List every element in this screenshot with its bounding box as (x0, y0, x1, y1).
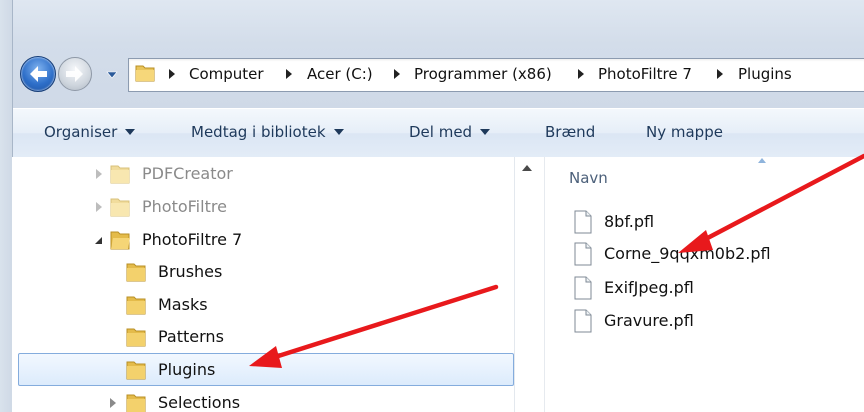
file-name: 8bf.pfl (604, 212, 655, 231)
organise-label: Organiser (44, 123, 118, 141)
breadcrumb-plugins[interactable]: Plugins (738, 62, 792, 86)
file-icon (574, 242, 592, 266)
include-in-library-button[interactable]: Medtag i bibliotek (191, 120, 344, 144)
share-with-label: Del med (409, 123, 473, 141)
folder-icon (126, 394, 146, 412)
expand-arrow-icon[interactable] (96, 169, 102, 179)
breadcrumb-separator-icon[interactable] (716, 69, 724, 79)
tree-selection-highlight (18, 353, 514, 386)
folder-icon (126, 361, 146, 380)
tree-item-label: Plugins (158, 360, 216, 379)
expand-arrow-icon[interactable] (110, 398, 116, 408)
file-name: ExifJpeg.pfl (604, 278, 694, 297)
forward-button[interactable] (58, 57, 92, 91)
breadcrumb-drive[interactable]: Acer (C:) (307, 62, 373, 86)
folder-icon (110, 165, 130, 184)
organise-menu-button[interactable]: Organiser (44, 120, 136, 144)
forward-arrow-icon (66, 66, 83, 82)
file-icon (574, 210, 592, 234)
tree-item-label: Patterns (158, 327, 224, 346)
back-button[interactable] (20, 56, 56, 92)
file-icon (574, 309, 592, 333)
nav-pane-scrollbar[interactable] (514, 157, 545, 412)
breadcrumb-photofiltre7[interactable]: PhotoFiltre 7 (598, 62, 692, 86)
column-header-name[interactable]: Navn (569, 166, 608, 190)
file-name: Corne_9qqxm0b2.pfl (604, 244, 771, 263)
sort-ascending-icon (758, 158, 766, 163)
breadcrumb-separator-icon[interactable] (393, 69, 401, 79)
breadcrumb-separator-icon[interactable] (285, 69, 293, 79)
tree-item-label: PDFCreator (142, 164, 233, 183)
folder-icon (135, 65, 155, 82)
back-arrow-icon (30, 66, 47, 82)
recent-pages-dropdown-icon[interactable] (106, 70, 118, 80)
scroll-up-arrow-icon[interactable] (522, 165, 532, 171)
tree-item-label: Masks (158, 295, 208, 314)
breadcrumb-separator-icon[interactable] (577, 69, 585, 79)
burn-button[interactable]: Brænd (545, 120, 595, 144)
folder-icon (126, 296, 146, 315)
chevron-down-icon (125, 128, 136, 135)
tree-item-label: Selections (158, 393, 241, 412)
share-with-button[interactable]: Del med (409, 120, 491, 144)
file-list-pane (545, 157, 864, 412)
collapse-arrow-icon[interactable] (94, 236, 103, 245)
file-icon (574, 276, 592, 300)
include-library-label: Medtag i bibliotek (191, 123, 326, 141)
tree-item-label: Brushes (158, 262, 223, 281)
folder-icon (126, 263, 146, 282)
breadcrumb-program-files[interactable]: Programmer (x86) (414, 62, 552, 86)
folder-icon (126, 328, 146, 347)
breadcrumb-computer[interactable]: Computer (189, 62, 264, 86)
new-folder-button[interactable]: Ny mappe (646, 120, 723, 144)
folder-open-icon (110, 231, 130, 250)
explorer-window: Computer Acer (C:) Programmer (x86) Phot… (0, 0, 864, 412)
chevron-down-icon (333, 128, 344, 135)
file-name: Gravure.pfl (604, 311, 694, 330)
tree-item-label: PhotoFiltre 7 (142, 230, 243, 249)
folder-icon (110, 198, 130, 217)
expand-arrow-icon[interactable] (96, 202, 102, 212)
breadcrumb-separator-icon[interactable] (168, 69, 176, 79)
chevron-down-icon (480, 128, 491, 135)
tree-item-label: PhotoFiltre (142, 197, 227, 216)
